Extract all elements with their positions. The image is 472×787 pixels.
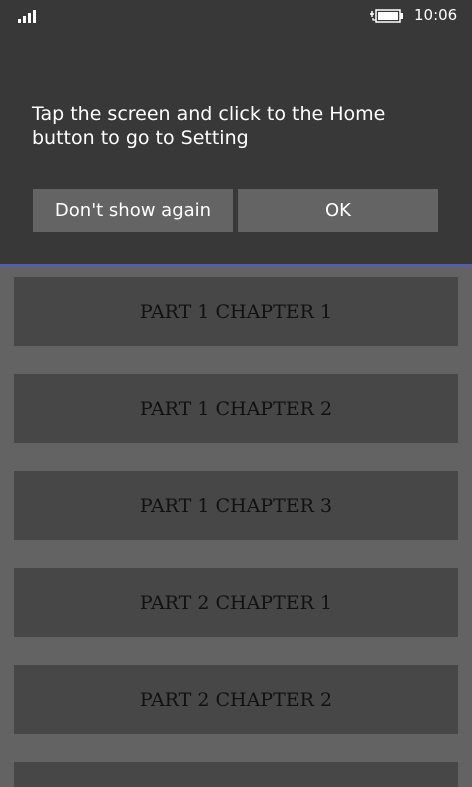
dont-show-again-button[interactable]: Don't show again (33, 189, 233, 232)
ok-button[interactable]: OK (238, 189, 438, 232)
chapter-item-part1-ch2[interactable]: PART 1 CHAPTER 2 (14, 374, 458, 443)
chapter-label: PART 2 CHAPTER 2 (139, 688, 333, 711)
chapter-item-part1-ch1[interactable]: PART 1 CHAPTER 1 (14, 277, 458, 346)
chapter-label: PART 1 CHAPTER 2 (139, 397, 333, 420)
status-bar: 10:06 (0, 0, 472, 34)
chapter-label: PART 1 CHAPTER 3 (139, 494, 333, 517)
clock: 10:06 (414, 6, 458, 24)
chapter-item-part2-ch1[interactable]: PART 2 CHAPTER 1 (14, 568, 458, 637)
chapter-item-partial[interactable] (14, 762, 458, 787)
signal-bars-icon (18, 10, 36, 23)
battery-charging-icon (370, 9, 403, 23)
chapter-item-part2-ch2[interactable]: PART 2 CHAPTER 2 (14, 665, 458, 734)
message-dialog: Tap the screen and click to the Home but… (0, 0, 472, 266)
chapter-label: PART 1 CHAPTER 1 (139, 300, 333, 323)
chapter-item-part1-ch3[interactable]: PART 1 CHAPTER 3 (14, 471, 458, 540)
dialog-message: Tap the screen and click to the Home but… (32, 103, 386, 149)
chapter-label: PART 2 CHAPTER 1 (139, 591, 333, 614)
